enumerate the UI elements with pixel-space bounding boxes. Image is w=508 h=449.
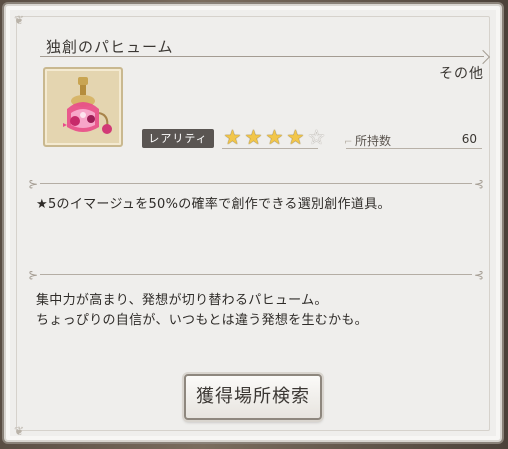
- item-icon-frame: [43, 67, 123, 147]
- star-filled-icon: ★: [265, 125, 284, 149]
- rarity-underline: [222, 148, 318, 149]
- star-filled-icon: ★: [244, 125, 263, 149]
- star-empty-icon: ☆: [307, 125, 326, 149]
- rarity-stars: ★ ★ ★ ★ ☆: [222, 126, 327, 148]
- divider-swirl-icon: ⊰: [473, 268, 484, 282]
- owned-count-value: 60: [461, 132, 477, 146]
- flavor-line: ちょっぴりの自信が、いつもとは違う発想を生むかも。: [36, 313, 368, 328]
- perfume-bottle-icon: [63, 77, 112, 134]
- item-flavor-text: 集中力が高まり、発想が切り替わるパヒューム。 ちょっぴりの自信が、いつもとは違う…: [36, 291, 368, 331]
- flavor-line: 集中力が高まり、発想が切り替わるパヒューム。: [36, 293, 328, 308]
- star-filled-icon: ★: [223, 125, 242, 149]
- divider-swirl-icon: ⊱: [28, 177, 39, 191]
- section-divider: ⊱ ⊰: [28, 268, 484, 282]
- item-effect-text: ★5のイマージュを50%の確率で創作できる選別創作道具。: [36, 197, 391, 212]
- item-category: その他: [439, 66, 484, 82]
- corner-ornament-icon: ❦: [14, 424, 25, 438]
- owned-count-label: 所持数: [355, 134, 392, 148]
- item-name: 独創のパヒューム: [46, 38, 174, 56]
- section-divider: ⊱ ⊰: [28, 177, 484, 191]
- title-underline: [40, 56, 484, 57]
- rarity-label: レアリティ: [142, 129, 214, 148]
- owned-count-underline: [346, 148, 482, 149]
- acquisition-search-button[interactable]: 獲得場所検索: [184, 374, 322, 420]
- corner-ornament-icon: ❦: [14, 13, 25, 27]
- owned-ornament-icon: ⌐: [344, 137, 353, 148]
- divider-swirl-icon: ⊰: [473, 177, 484, 191]
- divider-swirl-icon: ⊱: [28, 268, 39, 282]
- star-filled-icon: ★: [286, 125, 305, 149]
